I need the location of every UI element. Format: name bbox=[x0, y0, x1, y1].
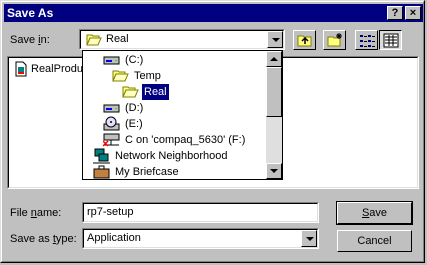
scroll-up-button[interactable] bbox=[266, 51, 282, 67]
folder-open-icon bbox=[122, 86, 139, 98]
file-icon bbox=[15, 61, 27, 77]
window-title: Save As bbox=[7, 6, 54, 20]
close-button[interactable]: × bbox=[405, 6, 421, 20]
cd-drive-icon bbox=[103, 116, 120, 131]
save-button[interactable]: Save bbox=[336, 201, 413, 225]
save-as-type-select[interactable]: Application bbox=[82, 228, 319, 249]
file-name-value: rp7-setup bbox=[87, 206, 134, 218]
list-view-icon bbox=[360, 35, 375, 47]
cancel-button[interactable]: Cancel bbox=[337, 230, 412, 252]
scroll-down-button[interactable] bbox=[266, 163, 282, 179]
list-view-button[interactable] bbox=[355, 30, 378, 50]
save-in-combo[interactable]: Real bbox=[79, 29, 285, 50]
help-button[interactable]: ? bbox=[387, 6, 403, 20]
drive-icon bbox=[103, 56, 120, 65]
scroll-up-arrow-icon bbox=[270, 57, 278, 61]
scroll-down-arrow-icon bbox=[270, 169, 278, 173]
details-view-icon bbox=[383, 33, 399, 48]
new-folder-icon bbox=[327, 33, 342, 47]
up-folder-icon bbox=[297, 35, 312, 47]
save-in-value: Real bbox=[106, 33, 129, 45]
folder-open-icon bbox=[112, 70, 129, 82]
save-in-label: Save in: bbox=[10, 34, 50, 46]
up-one-level-button[interactable] bbox=[293, 30, 316, 50]
save-in-dropdown-button[interactable] bbox=[267, 31, 283, 48]
save-as-type-label: Save as type: bbox=[10, 233, 77, 245]
create-new-folder-button[interactable] bbox=[323, 30, 346, 50]
dropdown-scrollbar[interactable] bbox=[266, 51, 282, 179]
file-name-input[interactable]: rp7-setup bbox=[82, 202, 319, 223]
file-name-label: File name: bbox=[10, 207, 62, 219]
network-neighborhood-icon bbox=[93, 148, 110, 164]
folder-open-icon bbox=[86, 34, 102, 46]
title-bar[interactable]: Save As ? × bbox=[4, 4, 423, 22]
save-as-type-value: Application bbox=[87, 232, 141, 244]
save-as-type-dropdown-button[interactable] bbox=[301, 230, 317, 247]
scroll-thumb[interactable] bbox=[266, 67, 282, 117]
save-in-dropdown-list[interactable]: (C:) Temp Real (D:) (E:) C on 'compaq_56… bbox=[82, 50, 283, 180]
network-drive-icon bbox=[103, 133, 120, 147]
briefcase-icon bbox=[93, 165, 110, 179]
details-view-button[interactable] bbox=[379, 30, 402, 50]
drive-icon bbox=[103, 104, 120, 113]
save-as-dialog: Save As ? × Save in: Real RealProdu (C:)… bbox=[0, 0, 425, 263]
